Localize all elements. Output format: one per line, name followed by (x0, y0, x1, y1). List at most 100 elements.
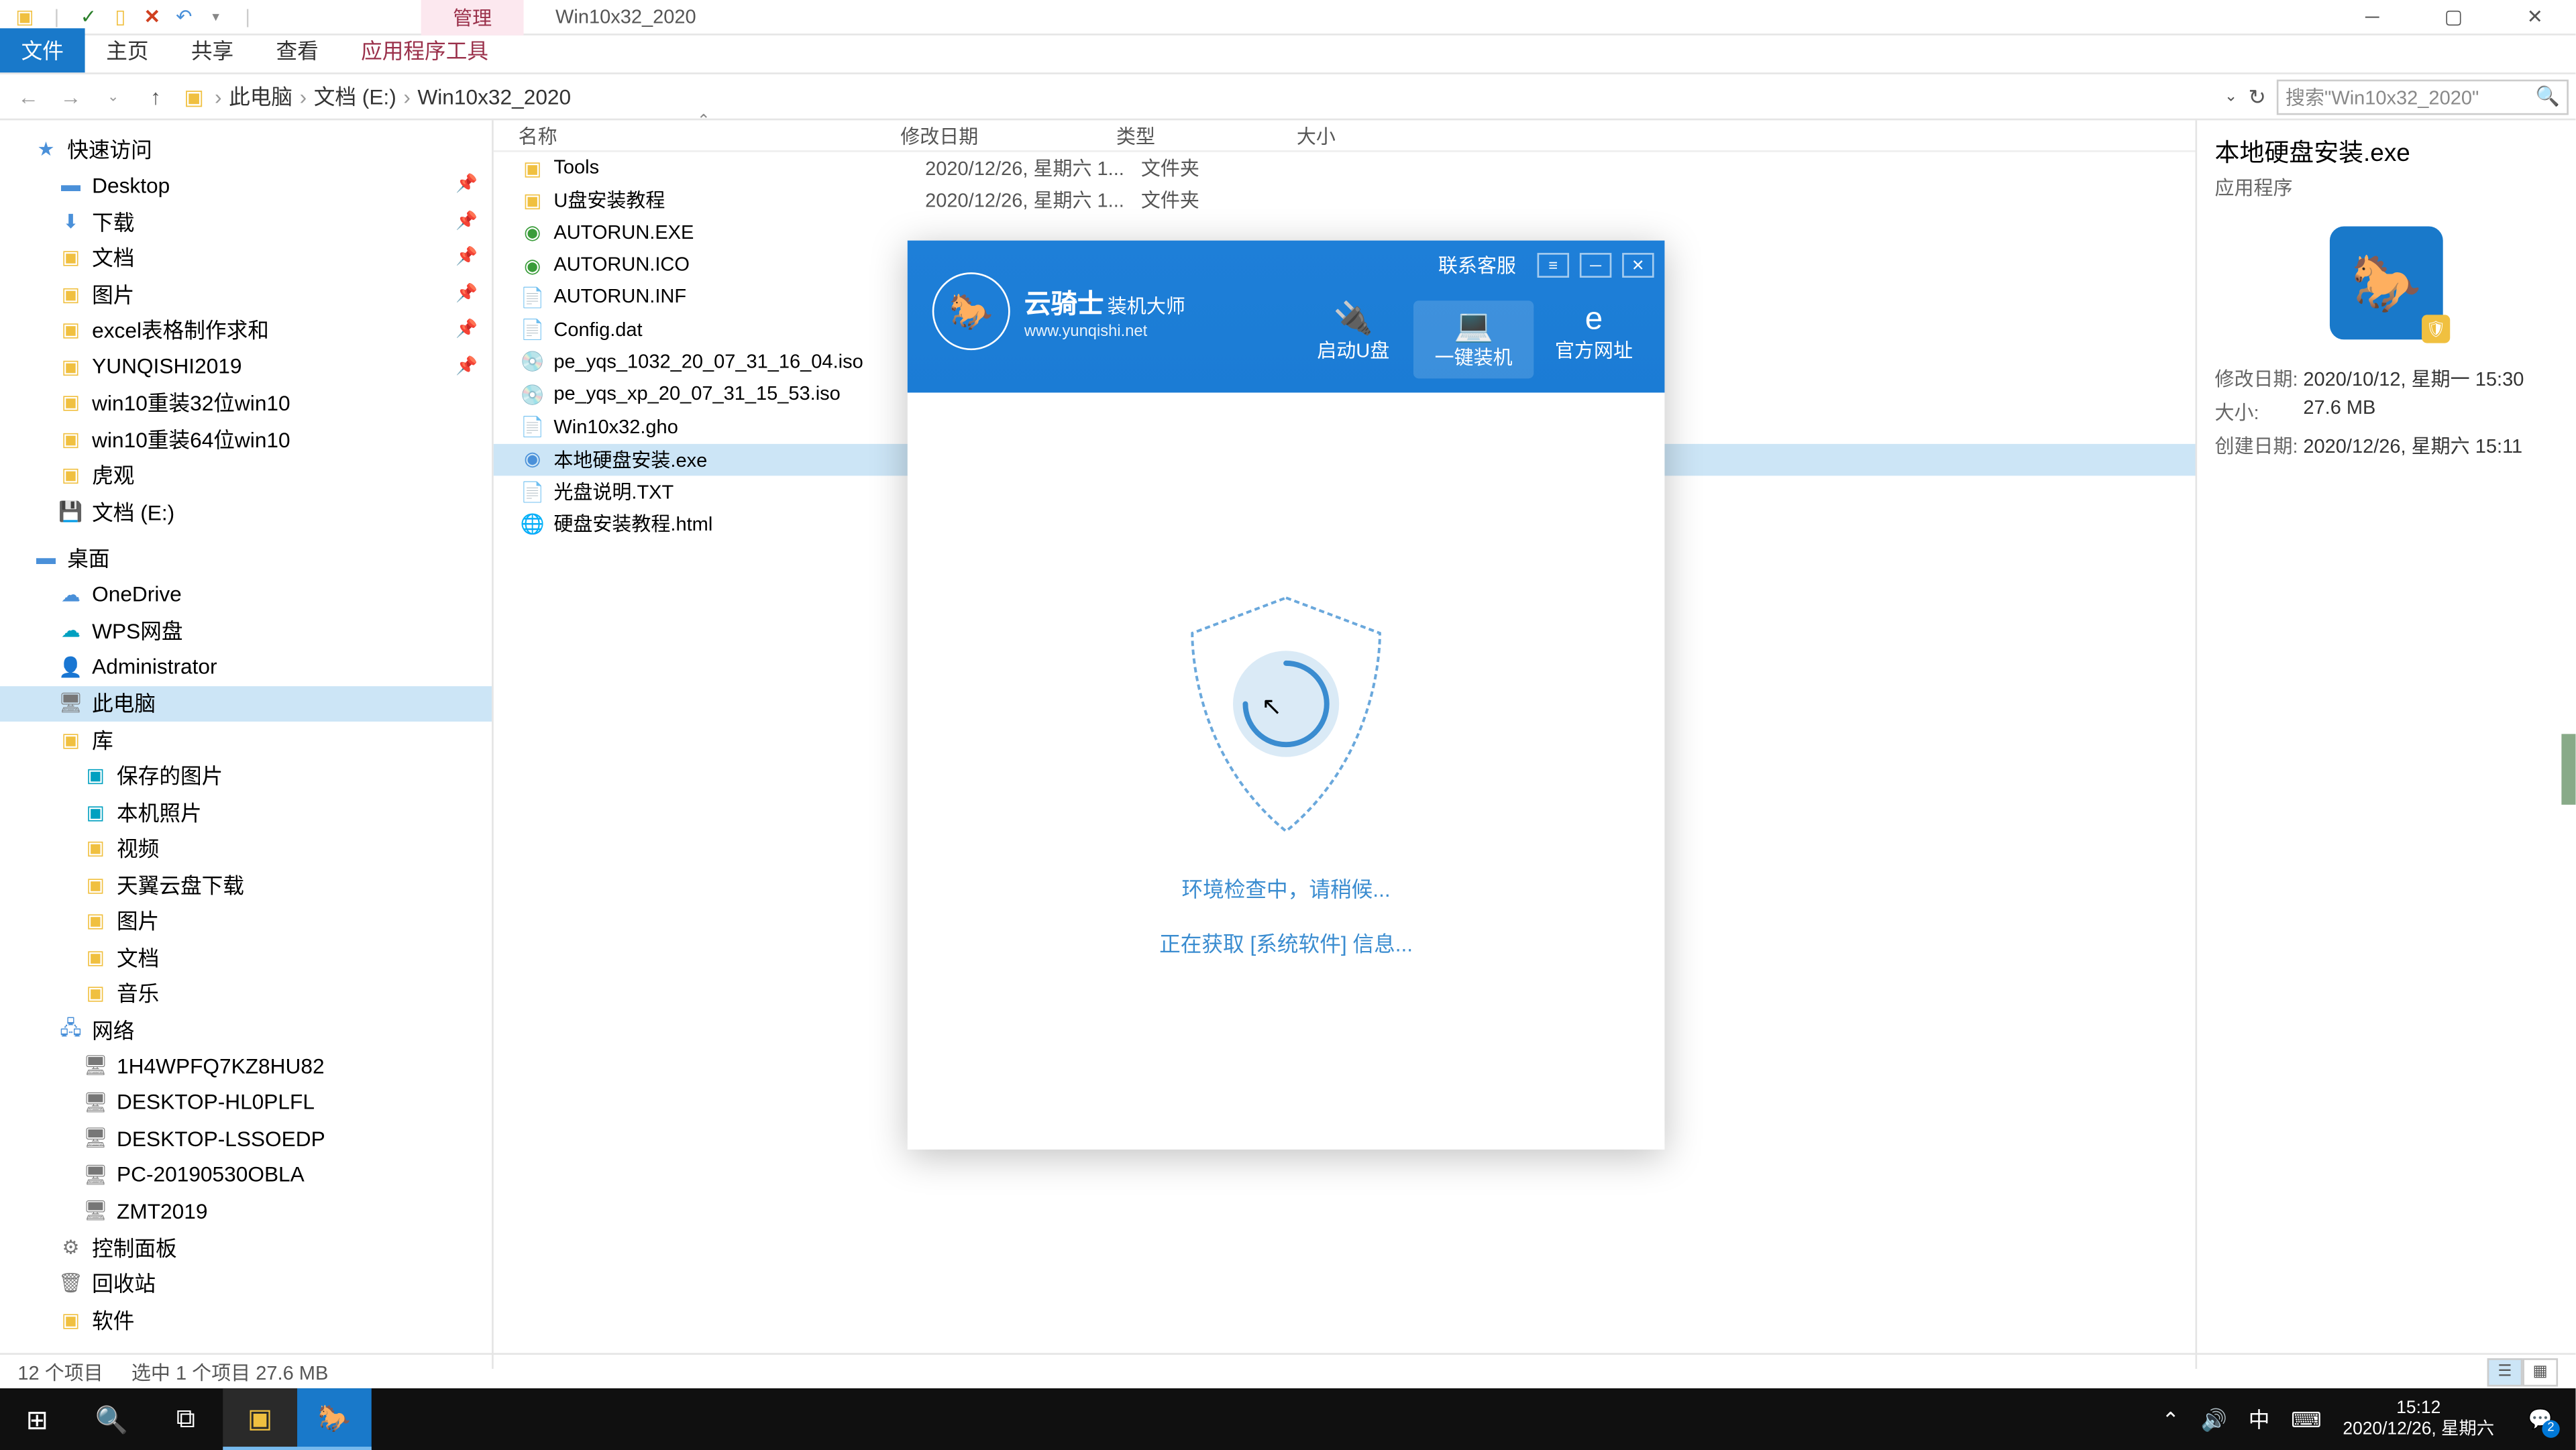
file-row[interactable]: ▣U盘安装教程2020/12/26, 星期六 1...文件夹 (494, 184, 2196, 217)
folder-icon: ▣ (56, 319, 85, 341)
sidebar-item-onedrive[interactable]: ☁OneDrive (0, 577, 492, 613)
sidebar-item-library[interactable]: ▣库 (0, 722, 492, 758)
undo-icon[interactable]: ↶ (170, 3, 198, 31)
nav-one-click-install[interactable]: 💻一键装机 (1413, 300, 1534, 378)
column-size[interactable]: 大小 (1297, 121, 1438, 150)
maximize-button[interactable]: ▢ (2413, 0, 2494, 34)
search-input[interactable]: 搜索"Win10x32_2020" 🔍 (2277, 78, 2569, 114)
breadcrumb-pc[interactable]: 此电脑 (225, 81, 297, 111)
sidebar-item-music[interactable]: ▣音乐 (0, 975, 492, 1011)
sidebar-item-documents[interactable]: ▣文档📌 (0, 239, 492, 276)
sidebar-item-recycle[interactable]: 🗑回收站 (0, 1266, 492, 1302)
sidebar-item-software[interactable]: ▣软件 (0, 1302, 492, 1338)
download-icon: ⬇ (56, 210, 85, 233)
chevron-right-icon[interactable]: › (403, 84, 411, 109)
column-name[interactable]: 名称⌃ (494, 121, 901, 150)
sidebar-item-win10-32[interactable]: ▣win10重装32位win10 (0, 385, 492, 421)
cursor-icon: ↖ (1261, 691, 1282, 722)
sidebar-item-pictures[interactable]: ▣图片📌 (0, 276, 492, 312)
sidebar-item-yunqishi[interactable]: ▣YUNQISHI2019📌 (0, 348, 492, 384)
taskbar-file-explorer[interactable]: ▣ (223, 1388, 297, 1450)
sidebar-item-doc-e[interactable]: 💾文档 (E:) (0, 494, 492, 530)
menu-icon[interactable]: ≡ (1538, 253, 1569, 278)
sidebar-quick-access[interactable]: ★快速访问 (0, 131, 492, 167)
sidebar-item-pics[interactable]: ▣图片 (0, 903, 492, 939)
ribbon-tab-home[interactable]: 主页 (85, 28, 170, 72)
sidebar-item-win10-64[interactable]: ▣win10重装64位win10 (0, 421, 492, 457)
sidebar-item-net2[interactable]: 🖥DESKTOP-HL0PLFL (0, 1084, 492, 1120)
close-icon[interactable]: ✕ (1622, 253, 1654, 278)
breadcrumb-folder[interactable]: Win10x32_2020 (414, 84, 574, 109)
start-button[interactable]: ⊞ (0, 1388, 74, 1450)
volume-icon[interactable]: 🔊 (2201, 1407, 2227, 1432)
sidebar-item-saved-pics[interactable]: ▣保存的图片 (0, 758, 492, 794)
clock[interactable]: 15:12 2020/12/26, 星期六 (2343, 1399, 2494, 1440)
task-view-button[interactable]: ⧉ (149, 1388, 223, 1450)
sidebar-item-desktop[interactable]: ▬Desktop📌 (0, 167, 492, 203)
user-icon: 👤 (56, 656, 85, 679)
delete-icon[interactable]: ✕ (138, 3, 166, 31)
keyboard-icon[interactable]: ⌨ (2291, 1407, 2322, 1432)
qat-separator: | (233, 3, 262, 31)
nav-official-site[interactable]: e官方网址 (1534, 300, 1654, 378)
sidebar-item-this-pc[interactable]: 🖥此电脑 (0, 685, 492, 722)
sidebar-desktop-root[interactable]: ▬桌面 (0, 541, 492, 577)
column-date[interactable]: 修改日期 (900, 121, 1116, 150)
ribbon-tab-file[interactable]: 文件 (0, 28, 85, 72)
view-details-button[interactable]: ☰ (2487, 1357, 2523, 1386)
control-panel-icon: ⚙ (56, 1236, 85, 1259)
sidebar-item-network[interactable]: 🖧网络 (0, 1011, 492, 1048)
sidebar-item-video[interactable]: ▣视频 (0, 830, 492, 867)
ribbon-tab-share[interactable]: 共享 (170, 28, 255, 72)
file-name: U盘安装教程 (553, 186, 925, 215)
ribbon-tab-view[interactable]: 查看 (255, 28, 340, 72)
open-icon[interactable]: ▯ (106, 3, 134, 31)
tray-expand-icon[interactable]: ⌃ (2161, 1407, 2180, 1432)
recent-dropdown[interactable]: ⌄ (92, 89, 134, 105)
qat-dropdown-icon[interactable]: ▾ (202, 3, 230, 31)
search-button[interactable]: 🔍 (74, 1388, 149, 1450)
sidebar-item-net1[interactable]: 🖥1H4WPFQ7KZ8HU82 (0, 1048, 492, 1084)
sidebar-item-downloads[interactable]: ⬇下载📌 (0, 203, 492, 239)
forward-button[interactable]: → (50, 84, 92, 109)
sidebar-item-huguan[interactable]: ▣虎观 (0, 457, 492, 494)
sidebar-item-tianyi[interactable]: ▣天翼云盘下载 (0, 867, 492, 903)
ime-indicator[interactable]: 中 (2249, 1404, 2270, 1435)
sidebar-item-net4[interactable]: 🖥PC-20190530OBLA (0, 1157, 492, 1193)
sidebar-item-docs[interactable]: ▣文档 (0, 939, 492, 975)
folder-icon[interactable]: ▣ (11, 3, 39, 31)
refresh-icon[interactable]: ↻ (2248, 84, 2266, 109)
file-icon: ◉ (519, 254, 547, 276)
minimize-button[interactable]: ─ (2332, 0, 2413, 34)
sidebar-item-local-pics[interactable]: ▣本机照片 (0, 794, 492, 830)
column-type[interactable]: 类型 (1116, 121, 1297, 150)
close-button[interactable]: ✕ (2494, 0, 2575, 34)
file-icon: 📄 (519, 416, 547, 439)
nav-usb-boot[interactable]: 🔌启动U盘 (1293, 300, 1413, 378)
file-row[interactable]: ▣Tools2020/12/26, 星期六 1...文件夹 (494, 152, 2196, 184)
pin-icon: 📌 (455, 212, 478, 231)
breadcrumb-drive[interactable]: 文档 (E:) (310, 81, 400, 111)
back-button[interactable]: ← (7, 84, 50, 109)
window-scrollbar[interactable] (2558, 115, 2575, 1353)
view-icons-button[interactable]: ▦ (2522, 1357, 2558, 1386)
address-dropdown-icon[interactable]: ⌄ (2224, 87, 2238, 106)
search-icon[interactable]: 🔍 (2536, 85, 2560, 108)
up-button[interactable]: ↑ (134, 84, 176, 109)
contact-link[interactable]: 联系客服 (1438, 251, 1516, 279)
clock-time: 15:12 (2343, 1399, 2494, 1419)
sidebar-item-net5[interactable]: 🖥ZMT2019 (0, 1193, 492, 1229)
sidebar-item-admin[interactable]: 👤Administrator (0, 649, 492, 685)
sidebar-item-net3[interactable]: 🖥DESKTOP-LSSOEDP (0, 1121, 492, 1157)
minimize-icon[interactable]: ─ (1580, 253, 1611, 278)
scroll-thumb[interactable] (2561, 734, 2575, 804)
sidebar-item-excel[interactable]: ▣excel表格制作求和📌 (0, 312, 492, 348)
check-icon[interactable]: ✓ (74, 3, 103, 31)
sidebar-item-wps[interactable]: ☁WPS网盘 (0, 613, 492, 649)
sidebar-item-control[interactable]: ⚙控制面板 (0, 1229, 492, 1266)
ribbon-tab-app-tools[interactable]: 应用程序工具 (339, 28, 509, 72)
taskbar-installer-app[interactable]: 🐎 (297, 1388, 372, 1450)
notification-center-icon[interactable]: 💬2 (2516, 1394, 2565, 1444)
chevron-right-icon[interactable]: › (300, 84, 307, 109)
chevron-right-icon[interactable]: › (215, 84, 222, 109)
